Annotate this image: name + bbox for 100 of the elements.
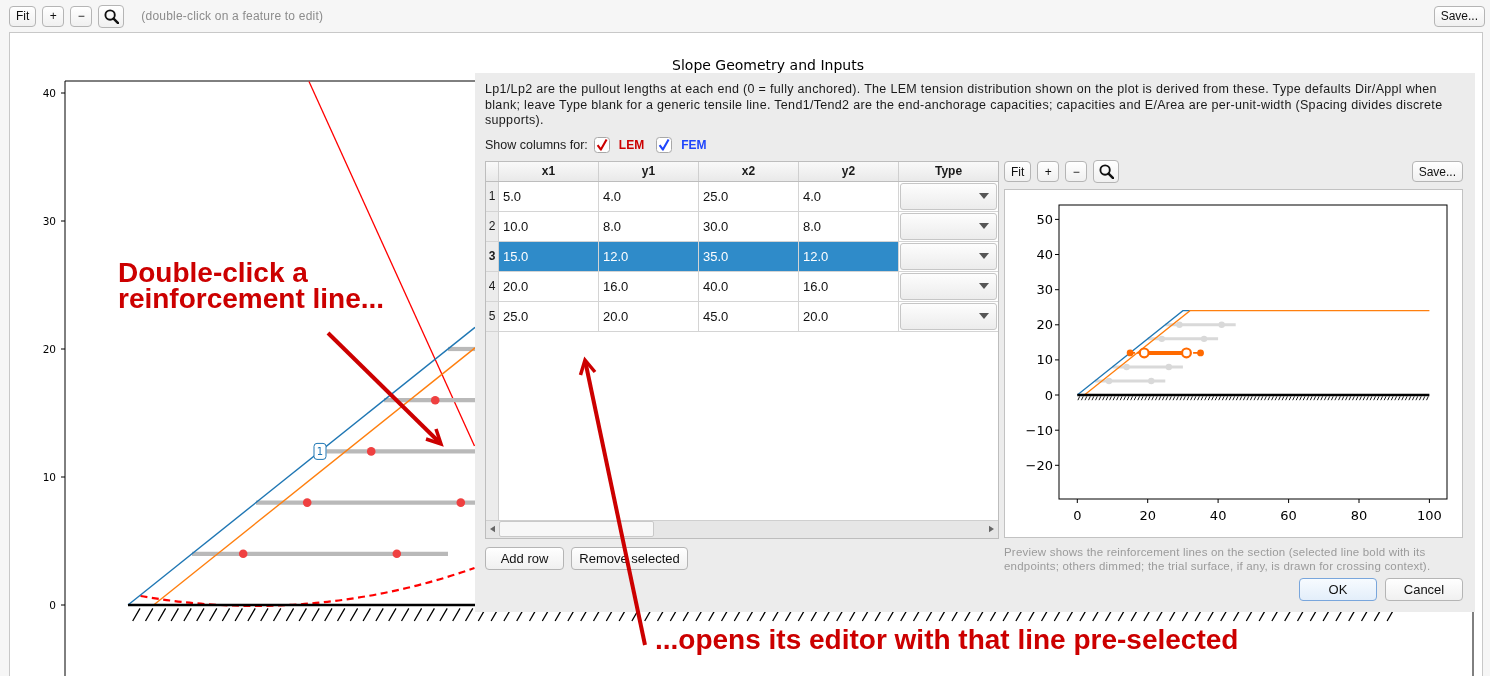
axis-tick-label: 20 bbox=[1036, 316, 1053, 332]
pullout-point bbox=[1105, 377, 1113, 384]
axis-tick-label: −10 bbox=[1025, 422, 1053, 438]
reinforcement-line bbox=[1165, 322, 1236, 326]
zoom-out-button[interactable]: − bbox=[70, 5, 93, 27]
horizontal-scrollbar[interactable] bbox=[486, 519, 998, 538]
column-header[interactable]: x2 bbox=[699, 161, 799, 181]
axis-tick-label: 0 bbox=[1073, 507, 1082, 523]
pullout-point bbox=[1165, 363, 1173, 370]
pullout-point bbox=[1148, 377, 1155, 384]
endpoint-marker bbox=[1126, 349, 1134, 356]
preview-caption: Preview shows the reinforcement lines on the section (selected line bold with its endpoints; others dimmed; the trial surface, if any, is drawn for crossing context). bbox=[1004, 544, 1432, 573]
annotation-text: Double-click a reinforcement line... bbox=[118, 260, 386, 312]
column-header[interactable]: x1 bbox=[499, 161, 599, 181]
table-cell[interactable]: 10.0 bbox=[499, 211, 599, 242]
cancel-button[interactable]: Cancel bbox=[1385, 577, 1463, 601]
ok-button[interactable]: OK bbox=[1299, 577, 1377, 601]
pullout-point bbox=[1218, 321, 1225, 328]
axis-tick-label: 80 bbox=[1350, 507, 1368, 523]
axis-tick-label: 30 bbox=[1036, 281, 1053, 297]
reinforcement-line[interactable] bbox=[192, 551, 448, 556]
row-header[interactable]: 3 bbox=[486, 241, 499, 272]
table-cell[interactable]: 16.0 bbox=[799, 271, 899, 302]
row-header[interactable]: 5 bbox=[486, 301, 499, 332]
checkbox-label[interactable]: FEM bbox=[681, 137, 707, 152]
table-cell[interactable]: 4.0 bbox=[799, 181, 899, 212]
caret-icon bbox=[979, 313, 989, 319]
table-cell[interactable]: 35.0 bbox=[699, 241, 799, 272]
reinforcement-line bbox=[1112, 364, 1183, 368]
table-cell[interactable]: 20.0 bbox=[499, 271, 599, 302]
table-cell[interactable]: 20.0 bbox=[799, 301, 899, 332]
scroll-right-icon[interactable] bbox=[989, 525, 994, 533]
table-cell[interactable]: 15.0 bbox=[499, 241, 599, 272]
table-cell[interactable]: 25.0 bbox=[699, 181, 799, 212]
zoom-out-button[interactable]: − bbox=[1065, 161, 1088, 182]
zoom-in-button[interactable]: + bbox=[42, 5, 65, 27]
show-columns-label: Show columns for: bbox=[485, 137, 588, 152]
caret-icon bbox=[979, 223, 989, 229]
save-button[interactable]: Save... bbox=[1411, 161, 1463, 182]
scroll-left-icon[interactable] bbox=[490, 525, 495, 533]
table-cell[interactable]: 40.0 bbox=[699, 271, 799, 302]
caret-icon bbox=[979, 193, 989, 199]
checkbox-label[interactable]: LEM bbox=[618, 137, 645, 152]
add-row-button[interactable]: Add row bbox=[485, 546, 564, 570]
search-icon bbox=[1098, 164, 1114, 179]
axis-tick-label: 50 bbox=[1036, 211, 1053, 227]
search-icon bbox=[103, 8, 119, 24]
pullout-point bbox=[456, 498, 466, 507]
axis-tick-label: 60 bbox=[1280, 507, 1297, 523]
pullout-point bbox=[430, 395, 440, 405]
plot-title: Slope Geometry and Inputs bbox=[672, 57, 864, 73]
checkbox[interactable] bbox=[656, 136, 673, 153]
fit-button[interactable]: Fit bbox=[1004, 161, 1032, 182]
axis-tick-label: 0 bbox=[49, 599, 56, 611]
row-header[interactable]: 2 bbox=[486, 211, 499, 242]
axis-tick-label: 40 bbox=[42, 87, 56, 99]
row-header[interactable]: 4 bbox=[486, 271, 499, 302]
axis-tick-label: 20 bbox=[42, 343, 56, 355]
reinforcement-line[interactable] bbox=[448, 346, 475, 352]
description-text: Lp1/Lp2 are the pullout lengths at each end (0 = fully anchored). The LEM tension distribution shown on the plot is derived from these. Type defaults Dir/Appl when blank; leave Type blank for a generic tensile line. Tend1/Tend2 are the end-anchorage capacities; capacities and E/Area are per-unit-width (Spacing divides discrete supports). bbox=[485, 82, 1444, 129]
pullout-point bbox=[1138, 346, 1150, 358]
fit-button[interactable]: Fit bbox=[9, 5, 37, 27]
table-cell[interactable]: 45.0 bbox=[699, 301, 799, 332]
table-cell[interactable]: 25.0 bbox=[499, 301, 599, 332]
column-header[interactable]: Type bbox=[899, 161, 998, 181]
search-button[interactable] bbox=[98, 4, 125, 28]
reinforcement-line bbox=[1147, 336, 1219, 340]
axis-tick-label: 10 bbox=[1036, 351, 1053, 367]
axis-tick-label: 40 bbox=[1209, 507, 1227, 523]
pullout-point bbox=[392, 549, 402, 559]
column-header[interactable]: y2 bbox=[799, 161, 899, 181]
axis-tick-label: 100 bbox=[1417, 507, 1442, 523]
reinforcement-line[interactable] bbox=[384, 398, 475, 403]
zoom-in-button[interactable]: + bbox=[1037, 161, 1060, 182]
table-cell[interactable]: 5.0 bbox=[499, 181, 599, 212]
pullout-point bbox=[366, 447, 376, 456]
save-button[interactable]: Save... bbox=[1433, 5, 1485, 27]
table-cell[interactable]: 20.0 bbox=[599, 301, 699, 332]
pullout-point bbox=[238, 549, 248, 559]
table-cell[interactable]: 30.0 bbox=[699, 211, 799, 242]
table-cell[interactable]: 4.0 bbox=[599, 181, 699, 212]
annotation-text: ...opens its editor with that line pre-selected bbox=[655, 627, 1239, 653]
checkbox[interactable] bbox=[593, 136, 610, 153]
table-cell[interactable]: 16.0 bbox=[599, 271, 699, 302]
line-callout: 1 bbox=[313, 442, 327, 460]
table-cell[interactable]: 8.0 bbox=[599, 211, 699, 242]
hint-text: (double-click on a feature to edit) bbox=[141, 9, 324, 23]
pullout-point bbox=[1176, 321, 1183, 328]
axis-tick-label: 0 bbox=[1044, 387, 1053, 403]
table-cell[interactable]: 12.0 bbox=[799, 241, 899, 272]
reinforcement-line[interactable] bbox=[256, 500, 475, 505]
pullout-point bbox=[1180, 346, 1192, 358]
axis-tick-label: −20 bbox=[1025, 457, 1053, 473]
table-cell[interactable]: 12.0 bbox=[599, 241, 699, 272]
reinforcement-line[interactable] bbox=[326, 449, 475, 454]
search-button[interactable] bbox=[1093, 160, 1120, 183]
scrollbar-thumb[interactable] bbox=[499, 521, 654, 537]
column-header[interactable]: y1 bbox=[599, 161, 699, 181]
row-header[interactable]: 1 bbox=[486, 181, 499, 212]
table-cell[interactable]: 8.0 bbox=[799, 211, 899, 242]
